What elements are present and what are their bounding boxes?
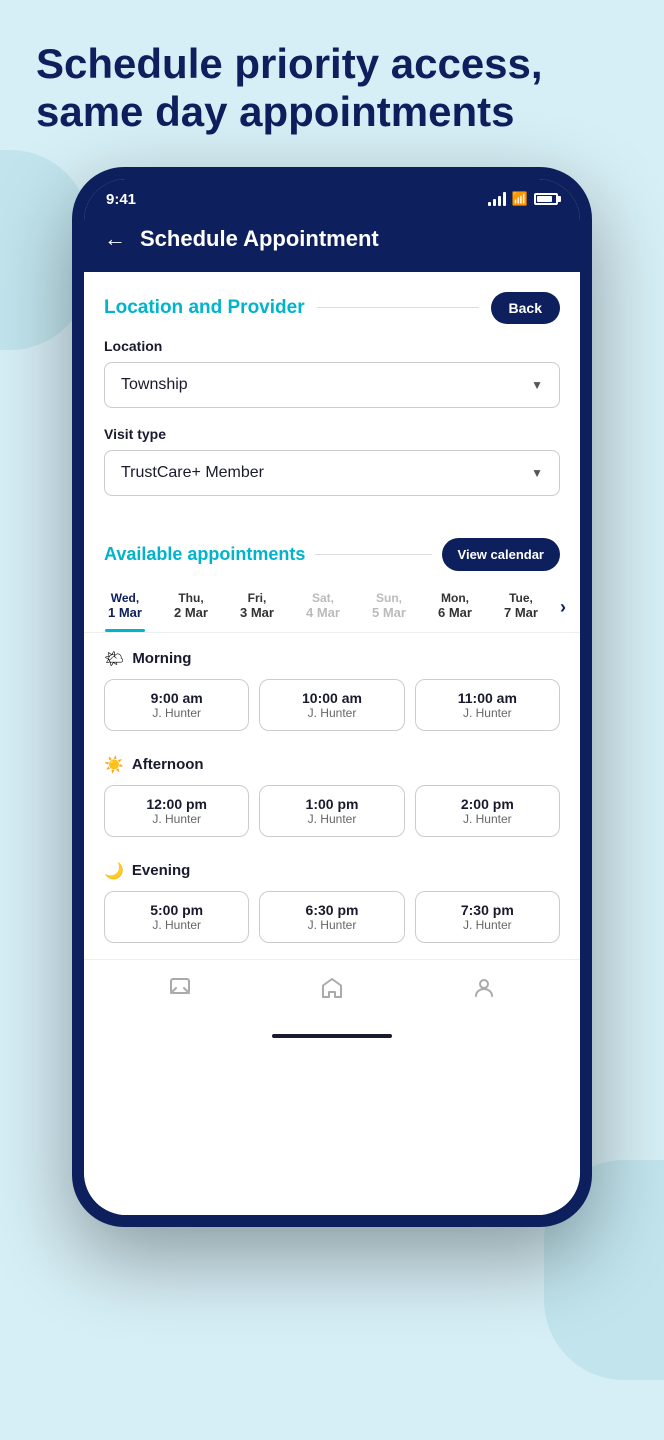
app-header-title: Schedule Appointment bbox=[140, 226, 379, 252]
day-item-2mar[interactable]: Thu,2 Mar bbox=[158, 583, 224, 632]
back-button[interactable]: Back bbox=[491, 292, 560, 324]
visit-type-dropdown-arrow: ▼ bbox=[531, 466, 543, 480]
nav-item-home[interactable] bbox=[300, 972, 364, 1010]
location-dropdown[interactable]: Township ▼ bbox=[104, 362, 560, 408]
afternoon-icon: ☀️ bbox=[104, 755, 124, 775]
time-slot-730-pm[interactable]: 7:30 pmJ. Hunter bbox=[415, 891, 560, 943]
visit-type-label: Visit type bbox=[104, 426, 560, 442]
day-item-5mar[interactable]: Sun,5 Mar bbox=[356, 583, 422, 632]
day-item-1mar[interactable]: Wed,1 Mar bbox=[92, 583, 158, 632]
section-header-location: Location and Provider Back bbox=[84, 272, 580, 338]
app-header: ← Schedule Appointment bbox=[84, 216, 580, 272]
time-group-afternoon: ☀️ Afternoon 12:00 pmJ. Hunter1:00 pmJ. Hu… bbox=[84, 747, 580, 853]
time-group-evening: 🌙 Evening 5:00 pmJ. Hunter6:30 pmJ. Hunter… bbox=[84, 853, 580, 959]
view-calendar-button[interactable]: View calendar bbox=[442, 538, 560, 571]
evening-label: Evening bbox=[132, 862, 190, 879]
time-group-header-morning: 🌤 Morning bbox=[104, 649, 560, 669]
visit-type-dropdown[interactable]: TrustCare+ Member ▼ bbox=[104, 450, 560, 496]
home-indicator bbox=[272, 1034, 392, 1038]
time-groups: 🌤 Morning 9:00 amJ. Hunter10:00 amJ. Hunte… bbox=[84, 641, 580, 959]
available-appointments-title: Available appointments bbox=[104, 544, 305, 565]
phone-wrapper: 9:41 📶 ← Schedule Appointment bbox=[0, 167, 664, 1267]
day-selector: Wed,1 MarThu,2 MarFri,3 MarSat,4 MarSun,… bbox=[84, 583, 580, 633]
day-item-4mar[interactable]: Sat,4 Mar bbox=[290, 583, 356, 632]
time-slot-1100-am[interactable]: 11:00 amJ. Hunter bbox=[415, 679, 560, 731]
status-icons: 📶 bbox=[488, 191, 558, 207]
available-divider bbox=[315, 554, 431, 555]
available-appointments-header: Available appointments View calendar bbox=[84, 524, 580, 583]
time-slots-morning: 9:00 amJ. Hunter10:00 amJ. Hunter11:00 a… bbox=[104, 679, 560, 731]
nav-item-profile[interactable] bbox=[452, 972, 516, 1010]
location-value: Township bbox=[121, 376, 188, 394]
nav-item-messages[interactable] bbox=[148, 972, 212, 1010]
morning-label: Morning bbox=[132, 650, 191, 667]
form-section: Location Township ▼ Visit type TrustCare… bbox=[84, 338, 580, 524]
section-title-location: Location and Provider bbox=[104, 297, 305, 319]
hero-section: Schedule priority access, same day appoi… bbox=[0, 0, 664, 167]
day-next-chevron[interactable]: › bbox=[554, 597, 572, 618]
battery-icon bbox=[534, 193, 558, 205]
time-group-morning: 🌤 Morning 9:00 amJ. Hunter10:00 amJ. Hunte… bbox=[84, 641, 580, 747]
time-slots-afternoon: 12:00 pmJ. Hunter1:00 pmJ. Hunter2:00 pm… bbox=[104, 785, 560, 837]
morning-icon: 🌤 bbox=[104, 649, 124, 669]
visit-type-value: TrustCare+ Member bbox=[121, 464, 264, 482]
time-slot-1000-am[interactable]: 10:00 amJ. Hunter bbox=[259, 679, 404, 731]
hero-title: Schedule priority access, same day appoi… bbox=[36, 40, 628, 137]
status-bar: 9:41 📶 bbox=[84, 179, 580, 216]
time-slot-200-pm[interactable]: 2:00 pmJ. Hunter bbox=[415, 785, 560, 837]
back-arrow-icon[interactable]: ← bbox=[104, 226, 126, 252]
afternoon-label: Afternoon bbox=[132, 756, 204, 773]
messages-icon bbox=[168, 976, 192, 1006]
day-item-3mar[interactable]: Fri,3 Mar bbox=[224, 583, 290, 632]
time-slot-1200-pm[interactable]: 12:00 pmJ. Hunter bbox=[104, 785, 249, 837]
location-label: Location bbox=[104, 338, 560, 354]
phone-device: 9:41 📶 ← Schedule Appointment bbox=[72, 167, 592, 1227]
home-icon bbox=[320, 976, 344, 1006]
profile-icon bbox=[472, 976, 496, 1006]
day-item-7mar[interactable]: Tue,7 Mar bbox=[488, 583, 554, 632]
time-slot-100-pm[interactable]: 1:00 pmJ. Hunter bbox=[259, 785, 404, 837]
evening-icon: 🌙 bbox=[104, 861, 124, 881]
status-time: 9:41 bbox=[106, 191, 136, 208]
bottom-nav bbox=[84, 959, 580, 1026]
location-dropdown-arrow: ▼ bbox=[531, 378, 543, 392]
time-slot-900-am[interactable]: 9:00 amJ. Hunter bbox=[104, 679, 249, 731]
time-slots-evening: 5:00 pmJ. Hunter6:30 pmJ. Hunter7:30 pmJ… bbox=[104, 891, 560, 943]
app-content: Location and Provider Back Location Town… bbox=[84, 272, 580, 1215]
phone-screen: 9:41 📶 ← Schedule Appointment bbox=[84, 179, 580, 1215]
time-group-header-evening: 🌙 Evening bbox=[104, 861, 560, 881]
day-item-6mar[interactable]: Mon,6 Mar bbox=[422, 583, 488, 632]
time-slot-500-pm[interactable]: 5:00 pmJ. Hunter bbox=[104, 891, 249, 943]
signal-icon bbox=[488, 192, 506, 206]
wifi-icon: 📶 bbox=[512, 191, 528, 207]
time-slot-630-pm[interactable]: 6:30 pmJ. Hunter bbox=[259, 891, 404, 943]
time-group-header-afternoon: ☀️ Afternoon bbox=[104, 755, 560, 775]
section-divider bbox=[317, 307, 479, 308]
